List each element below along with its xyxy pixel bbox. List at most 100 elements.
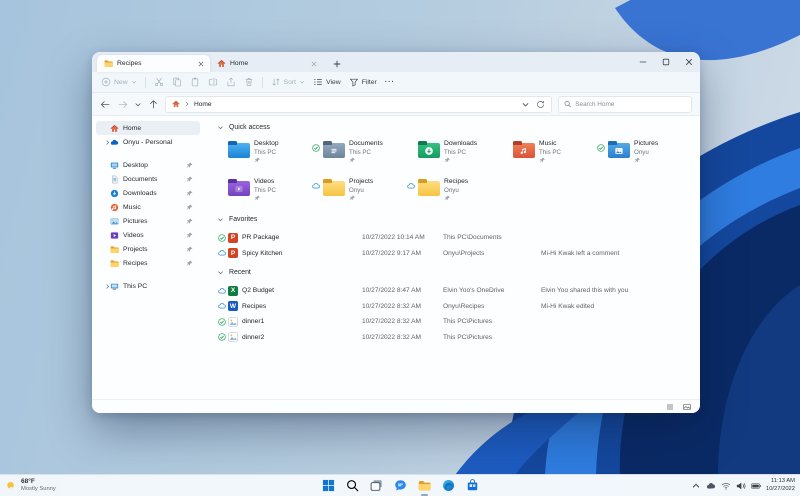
volume-icon[interactable] — [736, 481, 746, 491]
forward-button[interactable] — [117, 99, 128, 110]
sidebar-item-videos[interactable]: Videos — [96, 228, 200, 242]
sidebar-item-onyu-personal[interactable]: Onyu - Personal — [96, 135, 200, 149]
cloud-status-icon — [218, 249, 226, 257]
tile-desktop[interactable]: Desktop This PC — [217, 138, 312, 165]
tile-videos[interactable]: Videos This PC — [217, 176, 312, 203]
new-button[interactable]: New — [101, 77, 137, 87]
tile-music[interactable]: Music This PC — [502, 138, 597, 165]
file-row-dinner2[interactable]: dinner2 10/27/2022 8:32 AM This PC\Picture… — [216, 330, 692, 346]
paste-button[interactable] — [190, 77, 200, 87]
sidebar-item-label: Music — [123, 203, 141, 211]
file-explorer-icon[interactable] — [417, 478, 432, 496]
cut-button[interactable] — [154, 77, 164, 87]
clock[interactable]: 11:13 AM 10/27/2022 — [766, 478, 795, 493]
large-icons-view-button[interactable] — [683, 403, 691, 411]
breadcrumb[interactable]: Home — [165, 95, 552, 113]
tile-text: Recipes Onyu — [444, 176, 468, 201]
search-input[interactable] — [575, 100, 686, 108]
up-button[interactable] — [148, 99, 159, 110]
tile-name: Documents — [349, 140, 383, 147]
weather-condition: Mostly Sunny — [21, 485, 56, 492]
tile-documents[interactable]: Documents This PC — [312, 138, 407, 165]
titlebar[interactable]: Recipes Home — [92, 52, 700, 72]
file-row-pr-package[interactable]: P PR Package 10/27/2022 10:14 AM This PC\Do… — [216, 230, 692, 246]
pin-icon — [186, 246, 193, 253]
folder-glyph — [323, 181, 345, 196]
sidebar-item-pictures[interactable]: Pictures — [96, 214, 200, 228]
edge-icon[interactable] — [441, 478, 456, 493]
weather-widget[interactable]: 68°F Mostly Sunny — [5, 475, 56, 496]
tab-close-button[interactable] — [196, 59, 206, 69]
tile-name: Videos — [254, 178, 275, 185]
start-icon[interactable] — [321, 478, 336, 493]
rename-button[interactable] — [208, 77, 218, 87]
sidebar-item-recipes[interactable]: Recipes — [96, 256, 200, 270]
pin-icon — [254, 157, 261, 164]
battery-icon[interactable] — [751, 481, 761, 491]
word-icon: W — [228, 301, 238, 312]
recent-locations-button[interactable] — [134, 99, 142, 110]
sidebar-item-this-pc[interactable]: This PC — [96, 279, 200, 293]
sidebar-item-documents[interactable]: Documents — [96, 172, 200, 186]
tab-recipes[interactable]: Recipes — [97, 55, 210, 72]
folder-icon — [104, 59, 113, 68]
section-header-favorites[interactable]: Favorites — [217, 216, 692, 223]
delete-button[interactable] — [244, 77, 254, 87]
filter-button[interactable]: Filter — [349, 77, 377, 87]
file-explorer-window: Recipes Home New Sort View Filter ··· Ho… — [92, 52, 700, 413]
tile-pictures[interactable]: Pictures Onyu — [597, 138, 692, 165]
cloud-status-icon — [218, 302, 226, 310]
maximize-button[interactable] — [654, 52, 677, 72]
section-title: Quick access — [229, 124, 270, 131]
pictures-icon — [110, 217, 119, 226]
sidebar-item-music[interactable]: Music — [96, 200, 200, 214]
new-tab-button[interactable] — [329, 56, 344, 71]
view-button[interactable]: View — [313, 77, 341, 87]
navigation-pane: Home Onyu - Personal Desktop Documents Downl… — [92, 116, 204, 399]
tile-recipes[interactable]: Recipes Onyu — [407, 176, 502, 203]
folder-glyph — [608, 143, 630, 158]
file-row-dinner1[interactable]: dinner1 10/27/2022 8:32 AM This PC\Picture… — [216, 314, 692, 330]
back-button[interactable] — [100, 99, 111, 110]
section-header-recent[interactable]: Recent — [217, 269, 692, 276]
file-row-q2-budget[interactable]: X Q2 Budget 10/27/2022 8:47 AM Elvin Yoo's … — [216, 283, 692, 299]
address-dropdown-icon[interactable] — [521, 100, 530, 109]
share-button[interactable] — [226, 77, 236, 87]
more-options-button[interactable]: ··· — [385, 79, 395, 86]
sidebar-item-home[interactable]: Home — [96, 121, 200, 135]
tile-projects[interactable]: Projects Onyu — [312, 176, 407, 203]
file-type-icon — [228, 332, 238, 342]
chat-icon[interactable] — [393, 478, 408, 493]
minimize-button[interactable] — [631, 52, 654, 72]
refresh-icon[interactable] — [536, 100, 545, 109]
tab-label: Recipes — [117, 60, 142, 67]
file-type-icon: X — [228, 285, 238, 296]
section-header-quick-access[interactable]: Quick access — [217, 124, 692, 131]
tab-home[interactable]: Home — [210, 55, 323, 72]
sidebar-item-downloads[interactable]: Downloads — [96, 186, 200, 200]
close-button[interactable] — [677, 52, 700, 72]
onedrive-tray-icon[interactable] — [706, 481, 716, 491]
tab-close-button[interactable] — [309, 59, 319, 69]
section-title: Recent — [229, 269, 251, 276]
store-icon[interactable] — [465, 478, 480, 493]
search-icon[interactable] — [345, 478, 360, 493]
sort-button[interactable]: Sort — [271, 77, 305, 87]
folder-glyph — [323, 143, 345, 158]
file-row-recipes[interactable]: W Recipes 10/27/2022 8:32 AM Onyu\Recipes Mi… — [216, 299, 692, 315]
section-title: Favorites — [229, 216, 258, 223]
tray-overflow-button[interactable] — [691, 481, 701, 491]
tile-downloads[interactable]: Downloads This PC — [407, 138, 502, 165]
task-view-icon[interactable] — [369, 478, 384, 493]
folder-glyph — [513, 143, 535, 158]
sidebar-item-projects[interactable]: Projects — [96, 242, 200, 256]
details-view-button[interactable] — [666, 403, 674, 411]
pin-icon — [186, 218, 193, 225]
search-box[interactable] — [558, 95, 692, 113]
wifi-icon[interactable] — [721, 481, 731, 491]
file-location: Onyu\Projects — [443, 249, 485, 257]
file-row-spicy-kitchen[interactable]: P Spicy Kitchen 10/27/2022 9:17 AM Onyu\Pro… — [216, 246, 692, 262]
pin-icon — [186, 162, 193, 169]
copy-button[interactable] — [172, 77, 182, 87]
sidebar-item-desktop[interactable]: Desktop — [96, 158, 200, 172]
